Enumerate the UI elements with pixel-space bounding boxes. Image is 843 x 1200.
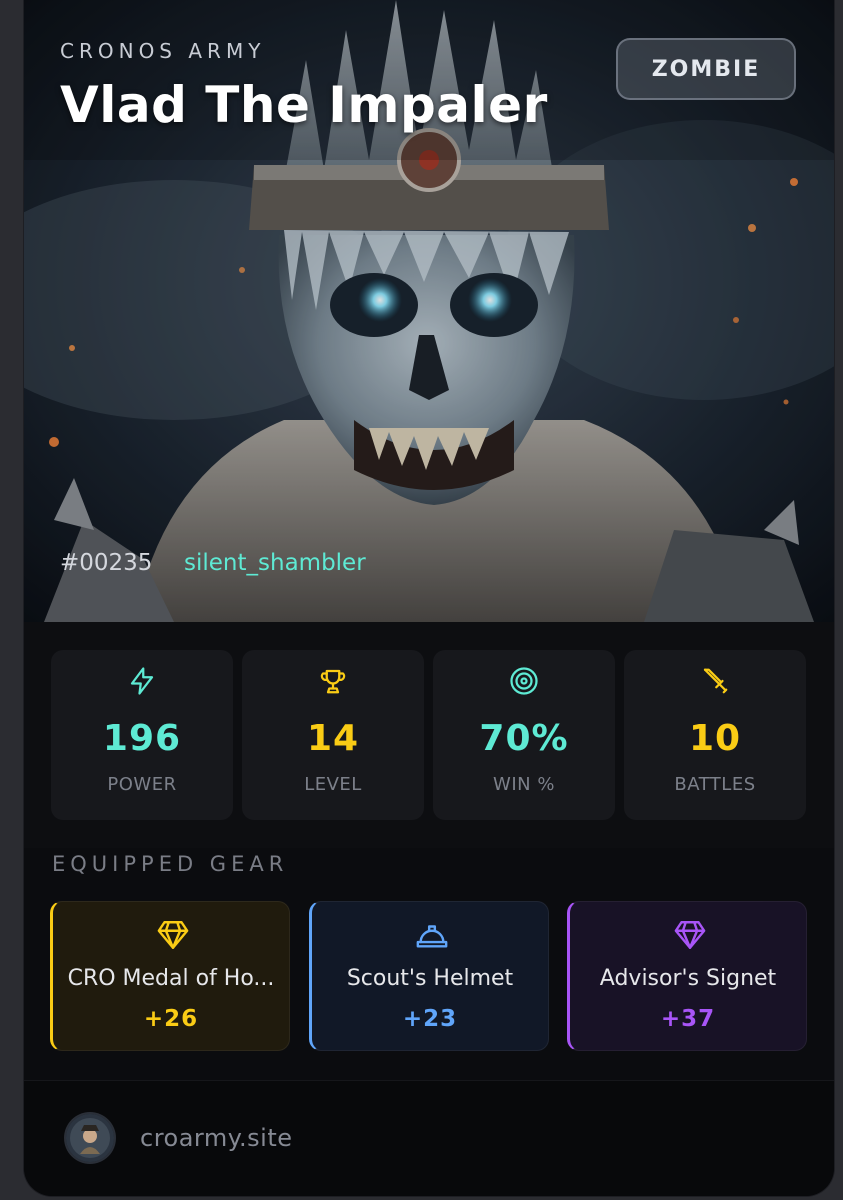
target-icon	[510, 667, 538, 695]
hero-overlay: CRONOS ARMY Vlad The Impaler ZOMBIE #002…	[24, 0, 834, 622]
owner-name[interactable]: silent_shambler	[184, 550, 366, 576]
equipped-gear-section: EQUIPPED GEAR CRO Medal of Ho... +26 Sco…	[24, 848, 834, 1080]
site-logo-avatar	[66, 1114, 114, 1162]
character-name: Vlad The Impaler	[60, 76, 548, 134]
stats-section: 196 POWER 14 LEVEL 70% WIN % 10 BATTLES	[24, 622, 834, 848]
gear-item-signet[interactable]: Advisor's Signet +37	[567, 901, 807, 1051]
diamond-icon	[157, 921, 189, 949]
lightning-icon	[130, 667, 154, 695]
stat-label: POWER	[107, 774, 177, 795]
stat-value: 70%	[479, 718, 569, 759]
gear-name: Scout's Helmet	[346, 966, 514, 991]
collection-name: CRONOS ARMY	[60, 39, 266, 63]
sword-icon	[703, 668, 728, 694]
stat-label: LEVEL	[304, 774, 362, 795]
card-footer: croarmy.site	[24, 1080, 834, 1196]
soldier-portrait-icon	[66, 1114, 114, 1162]
token-id: #00235	[60, 550, 153, 576]
stat-label: WIN %	[493, 774, 555, 795]
stat-power: 196 POWER	[51, 650, 233, 820]
stat-value: 196	[102, 718, 182, 759]
stat-label: BATTLES	[674, 774, 756, 795]
gear-item-helmet[interactable]: Scout's Helmet +23	[309, 901, 549, 1051]
gear-item-medal[interactable]: CRO Medal of Ho... +26	[50, 901, 290, 1051]
diamond-icon	[674, 921, 706, 949]
stat-level: 14 LEVEL	[242, 650, 424, 820]
gear-bonus: +37	[660, 1006, 716, 1032]
site-link[interactable]: croarmy.site	[140, 1124, 293, 1152]
trophy-icon	[320, 669, 346, 694]
gear-bonus: +26	[143, 1006, 199, 1032]
stat-value: 10	[688, 718, 742, 759]
stat-battles: 10 BATTLES	[624, 650, 806, 820]
type-badge: ZOMBIE	[616, 38, 796, 100]
section-heading: EQUIPPED GEAR	[52, 852, 289, 876]
stat-win-rate: 70% WIN %	[433, 650, 615, 820]
helmet-icon	[416, 925, 448, 948]
gear-name: CRO Medal of Ho...	[67, 966, 275, 991]
gear-name: Advisor's Signet	[599, 966, 777, 991]
nft-card: CRONOS ARMY Vlad The Impaler ZOMBIE #002…	[24, 0, 834, 1196]
gear-bonus: +23	[402, 1006, 458, 1032]
hero-image-section: CRONOS ARMY Vlad The Impaler ZOMBIE #002…	[24, 0, 834, 622]
stat-value: 14	[306, 718, 360, 759]
